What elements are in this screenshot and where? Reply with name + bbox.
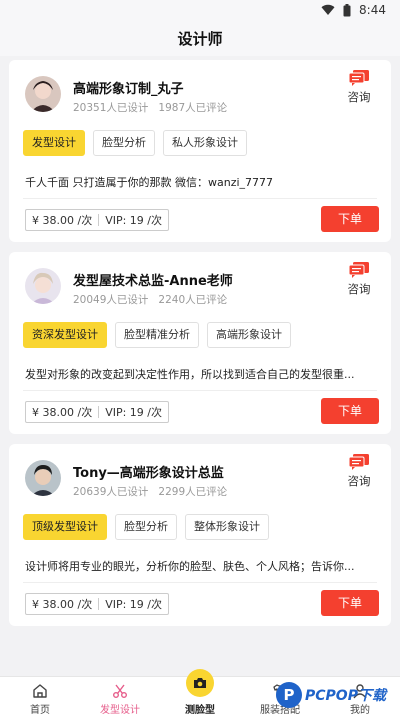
consult-label: 咨询 — [347, 90, 371, 104]
tag[interactable]: 脸型分析 — [115, 514, 177, 540]
designer-stats: 20049人已设计 2240人已评论 — [73, 292, 237, 307]
avatar[interactable] — [25, 460, 61, 496]
review-count: 2240人已评论 — [158, 294, 228, 306]
tag[interactable]: 发型设计 — [23, 130, 85, 156]
designer-stats: 20639人已设计 2299人已评论 — [73, 484, 237, 499]
tag[interactable]: 私人形象设计 — [163, 130, 247, 156]
page-title: 设计师 — [177, 30, 223, 48]
watermark-logo: P — [276, 682, 302, 708]
tag-list: 资深发型设计 脸型精准分析 高端形象设计 — [23, 322, 291, 348]
status-bar: 8:44 — [0, 0, 400, 22]
tag[interactable]: 顶级发型设计 — [23, 514, 107, 540]
designer-name: Tony—高端形象设计总监 — [73, 466, 224, 481]
design-count: 20049人已设计 — [73, 294, 149, 306]
order-button[interactable]: 下单 — [321, 398, 379, 424]
designer-intro: 设计师将用专业的眼光，分析你的脸型、肤色、个人风格；告诉你... — [25, 560, 355, 573]
camera-icon — [194, 678, 206, 688]
chat-icon — [349, 262, 369, 278]
divider — [23, 390, 377, 391]
price: ¥ 38.00 /次 — [32, 406, 93, 419]
review-count: 1987人已评论 — [158, 102, 228, 114]
page-header: 设计师 — [0, 22, 400, 56]
tag[interactable]: 高端形象设计 — [207, 322, 291, 348]
watermark-text: PCPOP下载 — [305, 688, 386, 704]
battery-icon — [343, 3, 351, 16]
design-count: 20639人已设计 — [73, 486, 149, 498]
tab-label: 测脸型 — [185, 705, 215, 716]
wifi-icon — [321, 4, 335, 16]
status-time: 8:44 — [359, 3, 386, 17]
tab-label: 首页 — [30, 705, 50, 716]
scissors-icon — [113, 684, 127, 698]
divider — [23, 582, 377, 583]
designer-intro: 发型对形象的改变起到决定性作用，所以找到适合自己的发型很重... — [25, 368, 355, 381]
consult-label: 咨询 — [347, 474, 371, 488]
avatar[interactable] — [25, 76, 61, 112]
tag[interactable]: 资深发型设计 — [23, 322, 107, 348]
chat-icon — [349, 70, 369, 86]
tab-home[interactable]: 首页 — [0, 677, 80, 716]
tag-list: 顶级发型设计 脸型分析 整体形象设计 — [23, 514, 269, 540]
designer-card[interactable]: 发型屋技术总监-Anne老师 20049人已设计 2240人已评论 咨询 资深发型… — [9, 252, 391, 434]
consult-label: 咨询 — [347, 282, 371, 296]
consult-button[interactable]: 咨询 — [341, 70, 377, 105]
tag[interactable]: 整体形象设计 — [185, 514, 269, 540]
tab-face-test[interactable]: 测脸型 — [160, 669, 240, 716]
order-button[interactable]: 下单 — [321, 206, 379, 232]
price: ¥ 38.00 /次 — [32, 598, 93, 611]
tag[interactable]: 脸型精准分析 — [115, 322, 199, 348]
avatar[interactable] — [25, 268, 61, 304]
vip-price: VIP: 19 /次 — [105, 598, 163, 611]
watermark: P PCPOP下载 — [276, 682, 386, 708]
designer-stats: 20351人已设计 1987人已评论 — [73, 100, 237, 115]
designer-card[interactable]: Tony—高端形象设计总监 20639人已设计 2299人已评论 咨询 顶级发型设… — [9, 444, 391, 626]
tab-hairstyle-design[interactable]: 发型设计 — [80, 677, 160, 716]
review-count: 2299人已评论 — [158, 486, 228, 498]
tab-label: 发型设计 — [100, 705, 140, 716]
consult-button[interactable]: 咨询 — [341, 454, 377, 489]
order-button[interactable]: 下单 — [321, 590, 379, 616]
divider — [23, 198, 377, 199]
designer-name: 高端形象订制_丸子 — [73, 82, 184, 97]
price-box: ¥ 38.00 /次 VIP: 19 /次 — [25, 401, 170, 423]
tag-list: 发型设计 脸型分析 私人形象设计 — [23, 130, 247, 156]
vip-price: VIP: 19 /次 — [105, 214, 163, 227]
consult-button[interactable]: 咨询 — [341, 262, 377, 297]
designer-name: 发型屋技术总监-Anne老师 — [73, 274, 233, 289]
designer-intro: 千人千面 只打造属于你的那款 微信：wanzi_7777 — [25, 176, 274, 189]
price-box: ¥ 38.00 /次 VIP: 19 /次 — [25, 593, 170, 615]
designer-card[interactable]: 高端形象订制_丸子 20351人已设计 1987人已评论 咨询 发型设计 脸型分析… — [9, 60, 391, 242]
chat-icon — [349, 454, 369, 470]
price: ¥ 38.00 /次 — [32, 214, 93, 227]
tag[interactable]: 脸型分析 — [93, 130, 155, 156]
camera-button[interactable] — [186, 669, 214, 697]
design-count: 20351人已设计 — [73, 102, 149, 114]
home-icon — [33, 684, 47, 698]
vip-price: VIP: 19 /次 — [105, 406, 163, 419]
price-box: ¥ 38.00 /次 VIP: 19 /次 — [25, 209, 170, 231]
